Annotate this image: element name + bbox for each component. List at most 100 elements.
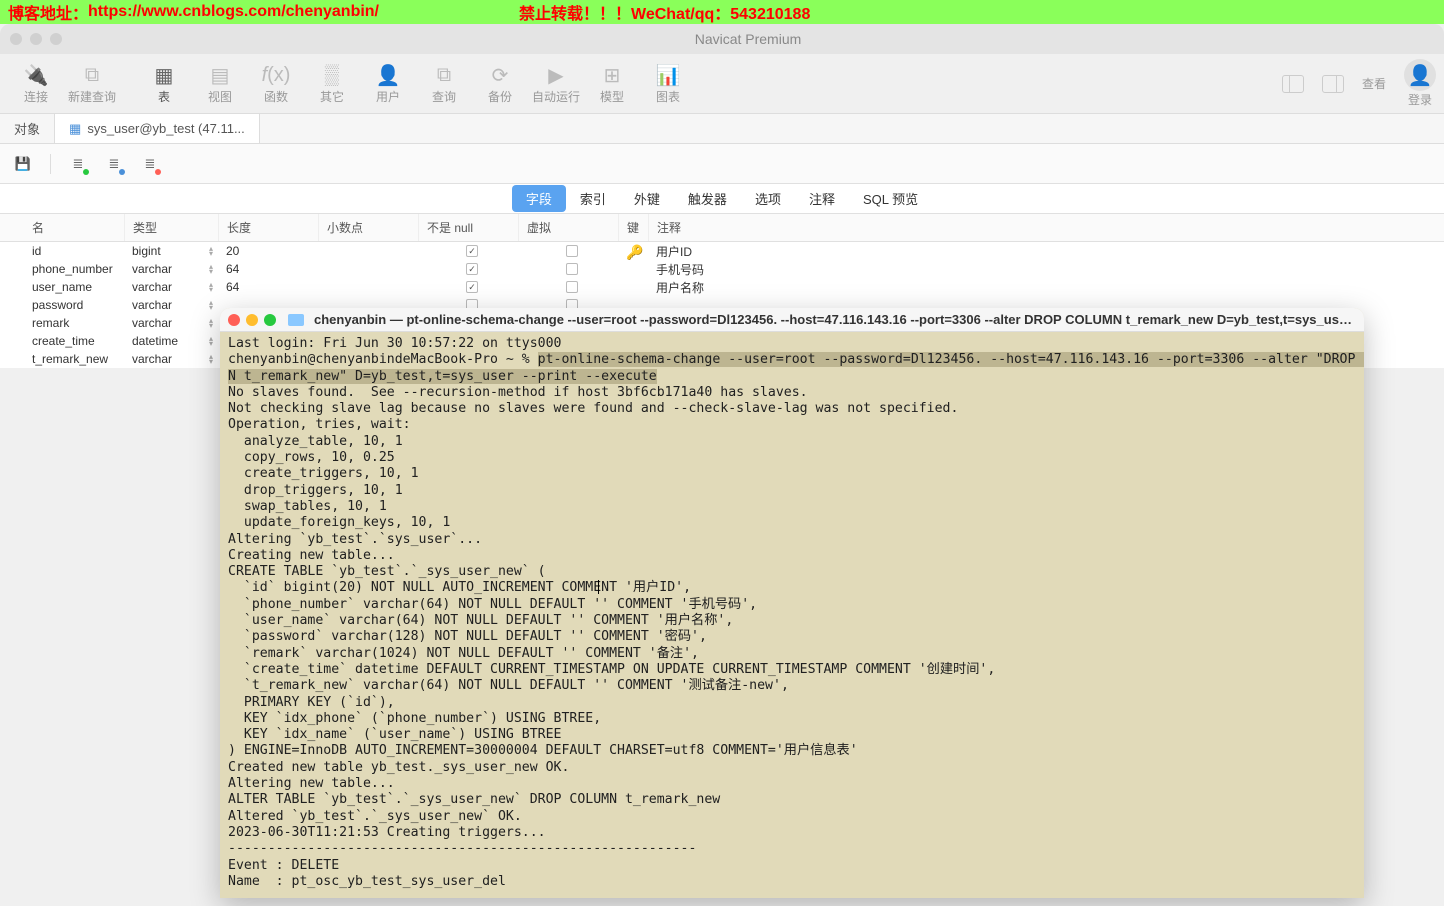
col-virtual[interactable]: 虚拟 — [518, 214, 618, 241]
cell-type[interactable]: datetime — [124, 332, 204, 350]
tool-autorun[interactable]: ▶自动运行 — [528, 62, 584, 105]
tool-view[interactable]: ▤视图 — [192, 62, 248, 105]
col-comment[interactable]: 注释 — [648, 214, 1444, 241]
cell-name[interactable]: create_time — [24, 332, 124, 350]
window-titlebar: Navicat Premium — [0, 24, 1444, 54]
insert-field-icon[interactable]: ≣ — [105, 155, 123, 173]
tool-user[interactable]: 👤用户 — [360, 62, 416, 105]
table-tab-icon: ▦ — [69, 121, 81, 137]
cell-virtual[interactable] — [518, 260, 618, 278]
subtab-triggers[interactable]: 触发器 — [674, 185, 741, 212]
col-key[interactable]: 键 — [618, 214, 648, 241]
term-zoom-icon[interactable] — [264, 314, 276, 326]
subtab-indexes[interactable]: 索引 — [566, 185, 620, 212]
cell-len[interactable]: 64 — [218, 278, 318, 296]
col-type[interactable]: 类型 — [124, 214, 218, 241]
type-stepper[interactable]: ▴▾ — [204, 336, 218, 346]
cell-name[interactable]: password — [24, 296, 124, 314]
cell-name[interactable]: user_name — [24, 278, 124, 296]
tool-view-mode[interactable]: 查看 — [1362, 75, 1386, 92]
minimize-icon[interactable] — [30, 33, 42, 45]
cell-virtual[interactable] — [518, 242, 618, 260]
tool-other[interactable]: ▒其它 — [304, 62, 360, 105]
tool-new-query[interactable]: ⧉新建查询 — [64, 62, 120, 105]
cell-type[interactable]: varchar — [124, 314, 204, 332]
tool-backup[interactable]: ⟳备份 — [472, 62, 528, 105]
table-row[interactable]: idbigint▴▾20 ✓ 🔑 用户ID — [0, 242, 1444, 260]
terminal-title: chenyanbin — pt-online-schema-change --u… — [314, 312, 1356, 327]
term-minimize-icon[interactable] — [246, 314, 258, 326]
primary-key-icon: 🔑 — [626, 244, 640, 258]
tool-query[interactable]: ⧉查询 — [416, 62, 472, 105]
cell-name[interactable]: remark — [24, 314, 124, 332]
zoom-icon[interactable] — [50, 33, 62, 45]
fields-grid-header: 名 类型 长度 小数点 不是 null 虚拟 键 注释 — [0, 214, 1444, 242]
cell-dec[interactable] — [318, 278, 418, 296]
cell-dec[interactable] — [318, 260, 418, 278]
col-name[interactable]: 名 — [24, 214, 124, 241]
add-field-icon[interactable]: ≣ — [69, 155, 87, 173]
col-dec[interactable]: 小数点 — [318, 214, 418, 241]
tool-chart[interactable]: 📊图表 — [640, 62, 696, 105]
term-close-icon[interactable] — [228, 314, 240, 326]
tool-model[interactable]: ⊞模型 — [584, 62, 640, 105]
cell-type[interactable]: varchar — [124, 260, 204, 278]
tool-connection[interactable]: 🔌连接 — [8, 62, 64, 105]
cell-comment[interactable]: 用户ID — [648, 242, 1444, 260]
tool-login[interactable]: 👤登录 — [1404, 59, 1436, 108]
tool-table[interactable]: ▦表 — [136, 62, 192, 105]
col-len[interactable]: 长度 — [218, 214, 318, 241]
subtab-fields[interactable]: 字段 — [512, 185, 566, 212]
subtab-foreignkeys[interactable]: 外键 — [620, 185, 674, 212]
col-notnull[interactable]: 不是 null — [418, 214, 518, 241]
folder-icon — [288, 314, 304, 326]
cell-dec[interactable] — [318, 242, 418, 260]
terminal-content[interactable]: Last login: Fri Jun 30 10:57:22 on ttys0… — [220, 332, 1364, 894]
doc-tabbar: 对象 ▦ sys_user@yb_test (47.11... — [0, 114, 1444, 144]
save-icon[interactable]: 💾 — [14, 155, 32, 173]
type-stepper[interactable]: ▴▾ — [204, 282, 218, 292]
query-plus-icon: ⧉ — [79, 62, 105, 88]
cell-notnull[interactable]: ✓ — [418, 278, 518, 296]
subtab-comment[interactable]: 注释 — [795, 185, 849, 212]
cell-comment[interactable]: 手机号码 — [648, 260, 1444, 278]
plug-icon: 🔌 — [23, 62, 49, 88]
type-stepper[interactable]: ▴▾ — [204, 354, 218, 364]
cell-name[interactable]: id — [24, 242, 124, 260]
cell-type[interactable]: varchar — [124, 296, 204, 314]
user-icon: 👤 — [375, 62, 401, 88]
navicat-window: Navicat Premium 🔌连接 ⧉新建查询 ▦表 ▤视图 f(x)函数 … — [0, 24, 1444, 906]
table-row[interactable]: phone_numbervarchar▴▾64 ✓ 手机号码 — [0, 260, 1444, 278]
tool-function[interactable]: f(x)函数 — [248, 62, 304, 105]
model-icon: ⊞ — [599, 62, 625, 88]
cell-type[interactable]: varchar — [124, 350, 204, 368]
cell-type[interactable]: varchar — [124, 278, 204, 296]
cell-name[interactable]: phone_number — [24, 260, 124, 278]
tab-sys-user[interactable]: ▦ sys_user@yb_test (47.11... — [55, 114, 260, 143]
subtab-options[interactable]: 选项 — [741, 185, 795, 212]
blog-url: https://www.cnblogs.com/chenyanbin/ — [88, 3, 379, 21]
cell-name[interactable]: t_remark_new — [24, 350, 124, 368]
type-stepper[interactable]: ▴▾ — [204, 318, 218, 328]
type-stepper[interactable]: ▴▾ — [204, 246, 218, 256]
type-stepper[interactable]: ▴▾ — [204, 264, 218, 274]
sidebar-toggle-right[interactable] — [1322, 75, 1344, 93]
sidebar-toggle-left[interactable] — [1282, 75, 1304, 93]
subtab-sqlpreview[interactable]: SQL 预览 — [849, 185, 932, 212]
cell-len[interactable]: 20 — [218, 242, 318, 260]
autorun-icon: ▶ — [543, 62, 569, 88]
table-row[interactable]: user_namevarchar▴▾64 ✓ 用户名称 — [0, 278, 1444, 296]
cell-len[interactable]: 64 — [218, 260, 318, 278]
cell-key — [618, 260, 648, 278]
cell-comment[interactable]: 用户名称 — [648, 278, 1444, 296]
delete-field-icon[interactable]: ≣ — [141, 155, 159, 173]
blog-label: 博客地址： — [8, 0, 88, 24]
type-stepper[interactable]: ▴▾ — [204, 300, 218, 310]
tab-objects[interactable]: 对象 — [0, 114, 55, 143]
view-icon: ▤ — [207, 62, 233, 88]
cell-notnull[interactable]: ✓ — [418, 242, 518, 260]
close-icon[interactable] — [10, 33, 22, 45]
cell-notnull[interactable]: ✓ — [418, 260, 518, 278]
cell-type[interactable]: bigint — [124, 242, 204, 260]
cell-virtual[interactable] — [518, 278, 618, 296]
